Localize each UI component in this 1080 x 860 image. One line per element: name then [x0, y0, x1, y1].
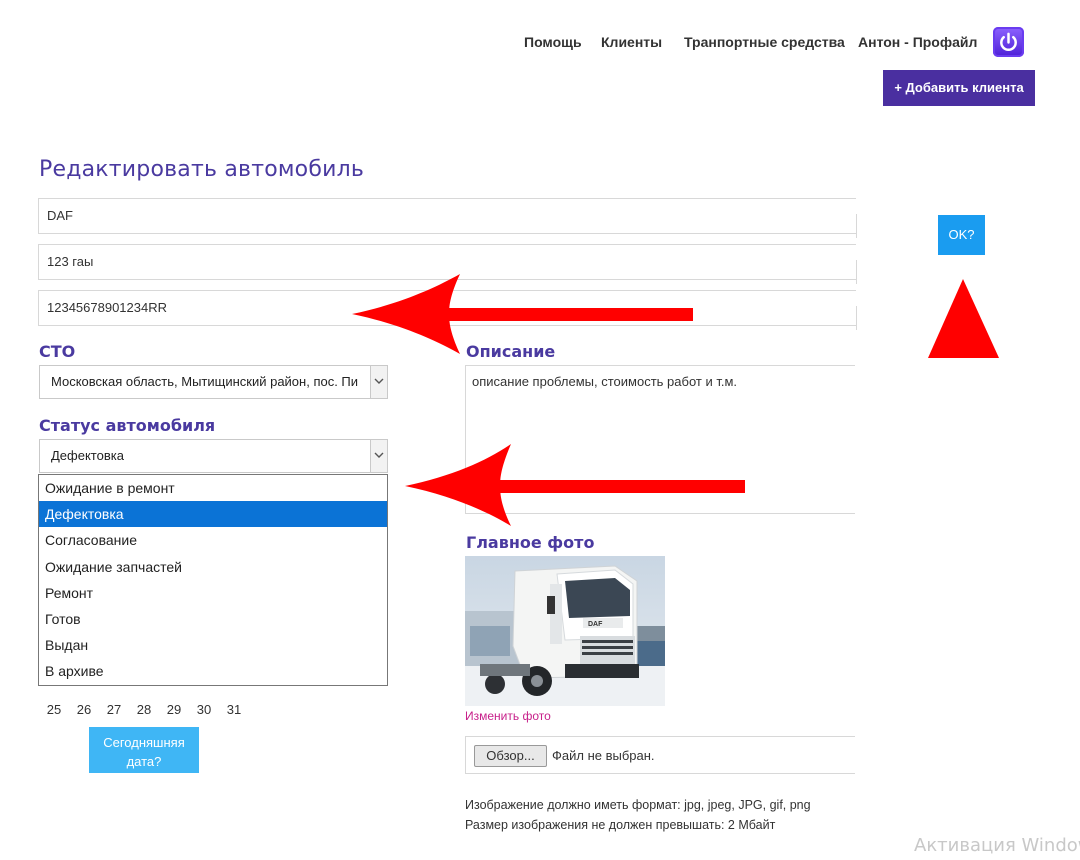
status-option[interactable]: В архиве — [39, 658, 387, 684]
chevron-down-icon — [370, 366, 387, 398]
calendar-day[interactable]: 27 — [99, 702, 129, 717]
chevron-down-icon — [370, 440, 387, 472]
truck-photo: DAF — [465, 556, 665, 706]
calendar-day[interactable]: 30 — [189, 702, 219, 717]
status-select-value: Дефектовка — [51, 448, 124, 463]
calendar-day[interactable]: 29 — [159, 702, 189, 717]
top-nav: Помощь Клиенты Транпортные средства Анто… — [0, 30, 1080, 54]
calendar-day[interactable]: 25 — [39, 702, 69, 717]
calendar-day[interactable]: 31 — [219, 702, 249, 717]
file-name-status: Файл не выбран. — [552, 748, 655, 763]
status-dropdown-list: Ожидание в ремонт Дефектовка Согласование О… — [38, 474, 388, 686]
ok-button[interactable]: OK? — [938, 215, 985, 255]
status-select[interactable]: Дефектовка — [39, 439, 388, 473]
status-option[interactable]: Готов — [39, 606, 387, 632]
add-client-button[interactable]: + Добавить клиента — [883, 70, 1035, 106]
sto-select[interactable]: Московская область, Мытищинский район, п… — [39, 365, 388, 399]
status-label: Статус автомобиля — [39, 416, 216, 435]
size-note: Размер изображения не должен превышать: … — [465, 818, 776, 832]
annotation-arrow-left-icon — [405, 444, 745, 526]
calendar-day[interactable]: 26 — [69, 702, 99, 717]
nav-help[interactable]: Помощь — [524, 34, 582, 50]
change-photo-link[interactable]: Изменить фото — [465, 709, 551, 723]
status-option[interactable]: Выдан — [39, 632, 387, 658]
brand-field[interactable]: DAF — [38, 198, 857, 238]
nav-clients[interactable]: Клиенты — [601, 34, 662, 50]
page-title: Редактировать автомобиль — [39, 157, 365, 182]
photo-label: Главное фото — [466, 533, 595, 552]
status-option[interactable]: Согласование — [39, 527, 387, 553]
sto-label: СТО — [39, 342, 76, 361]
today-date-button[interactable]: Сегодняшняя дата? — [89, 727, 199, 773]
browse-button[interactable]: Обзор... — [474, 745, 547, 767]
svg-text:DAF: DAF — [588, 621, 603, 628]
status-option[interactable]: Ремонт — [39, 580, 387, 606]
annotation-arrow-up-icon — [928, 279, 999, 358]
file-upload: Обзор... Файл не выбран. — [465, 736, 855, 774]
status-option[interactable]: Дефектовка — [39, 501, 387, 528]
annotation-arrow-left-icon — [352, 274, 693, 354]
nav-vehicles[interactable]: Транпортные средства — [684, 34, 845, 50]
status-option[interactable]: Ожидание в ремонт — [39, 475, 387, 501]
logout-button[interactable] — [993, 27, 1024, 57]
power-icon — [1000, 32, 1017, 52]
calendar-day[interactable]: 28 — [129, 702, 159, 717]
status-option[interactable]: Ожидание запчастей — [39, 554, 387, 580]
windows-activation-watermark: Активация Windows — [914, 835, 1080, 856]
format-note: Изображение должно иметь формат: jpg, jp… — [465, 798, 811, 812]
nav-profile[interactable]: Антон - Профайл — [858, 34, 977, 50]
sto-select-value: Московская область, Мытищинский район, п… — [51, 374, 359, 389]
